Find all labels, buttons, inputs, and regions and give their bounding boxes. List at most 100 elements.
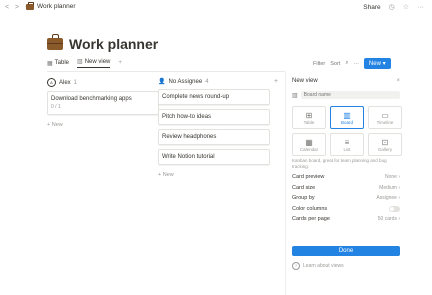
tab-label: Table [54, 60, 70, 66]
close-icon[interactable]: × [396, 78, 400, 84]
new-label: New [368, 61, 381, 67]
setting-card-preview[interactable]: Card preview None › [292, 172, 400, 183]
table-icon: ▦ [47, 60, 53, 67]
layout-option-gallery[interactable]: ⊡ Gallery [368, 133, 402, 156]
column-header[interactable]: 👤 No Assignee 4 [158, 78, 268, 86]
setting-label: Card preview [292, 174, 325, 181]
more-options-button[interactable]: ··· [353, 61, 359, 67]
list-icon: ≡ [344, 137, 350, 147]
layout-label: Board [340, 119, 353, 125]
layout-label: Gallery [377, 146, 393, 152]
board-icon: ▥ [343, 110, 351, 120]
column-title: Alex [59, 79, 71, 86]
layout-label: Calendar [299, 146, 319, 152]
setting-value: 50 cards › [377, 216, 400, 223]
layout-option-table[interactable]: ⊞ Table [292, 106, 326, 129]
board-icon[interactable]: ▥ [292, 92, 298, 99]
column-count: 4 [205, 78, 209, 85]
layout-label: List [343, 146, 351, 152]
new-view-panel: New view × ▥ ⊞ Table ▥ Board ▭ Timeline … [285, 72, 406, 295]
help-icon: ? [292, 262, 300, 270]
setting-label: Cards per page [292, 216, 330, 223]
add-card-button[interactable]: + New [47, 122, 157, 128]
card-title: Download benchmarking apps [51, 96, 132, 102]
card-subtasks: 0 / 1 [51, 104, 61, 110]
card-title: Write Notion tutorial [162, 154, 215, 160]
tab-table[interactable]: ▦ Table [47, 60, 69, 67]
calendar-icon: ▦ [305, 137, 313, 147]
add-card-button[interactable]: + New [158, 172, 268, 178]
setting-cards-per-page[interactable]: Cards per page 50 cards › [292, 214, 400, 225]
briefcase-icon[interactable] [47, 34, 63, 50]
setting-value: Assignee › [376, 195, 400, 202]
column-title: No Assignee [168, 78, 203, 85]
page-header: Work planner [47, 34, 158, 52]
more-icon[interactable]: ··· [417, 4, 424, 11]
sort-button[interactable]: Sort [330, 61, 340, 67]
setting-label: Card size [292, 184, 316, 191]
setting-color-columns: Color columns [292, 204, 400, 215]
table-icon: ⊞ [305, 110, 313, 120]
board-icon: ▥ [77, 59, 83, 65]
settings-list: Card preview None › Card size Medium › G… [292, 172, 400, 225]
top-bar: < > + Work planner Share ◷ ☆ ··· [0, 0, 432, 16]
layout-label: Timeline [376, 119, 394, 125]
board-card[interactable]: Download benchmarking apps 0 / 1 [47, 91, 159, 115]
gallery-icon: ⊡ [381, 137, 389, 147]
board-card[interactable]: Pitch how-to ideas [158, 109, 270, 125]
setting-label: Group by [292, 195, 315, 202]
panel-title: New view [292, 78, 318, 84]
search-icon[interactable]: ⌕ [345, 60, 348, 67]
learn-label: Learn about views [303, 263, 344, 269]
setting-label: Color columns [292, 205, 328, 212]
card-title: Review headphones [162, 134, 217, 140]
layout-option-timeline[interactable]: ▭ Timeline [368, 106, 402, 129]
board-card[interactable]: Complete news round-up [158, 89, 270, 105]
tab-label: New view [84, 58, 111, 65]
top-right-actions: Share ◷ ☆ ··· [363, 3, 424, 12]
board-column-no-assignee: 👤 No Assignee 4 Complete news round-up P… [158, 78, 270, 178]
layout-label: Table [303, 119, 315, 125]
layout-option-calendar[interactable]: ▦ Calendar [292, 133, 326, 156]
tab-new-view[interactable]: ▥ New view [77, 58, 111, 68]
view-tabs: ▦ Table ▥ New view + [47, 58, 122, 68]
layout-option-board[interactable]: ▥ Board [330, 106, 364, 129]
column-header[interactable]: A Alex 1 [47, 78, 157, 87]
card-title: Pitch how-to ideas [162, 114, 212, 120]
divider [47, 71, 285, 72]
share-button[interactable]: Share [363, 4, 380, 11]
view-name-input[interactable] [300, 91, 400, 99]
page-title[interactable]: Work planner [69, 36, 158, 52]
setting-value: Medium › [379, 184, 400, 191]
panel-header: New view × [292, 78, 400, 84]
view-name-field: ▥ [292, 90, 400, 100]
board-card[interactable]: Review headphones [158, 129, 270, 145]
layout-option-list[interactable]: ≡ List [330, 133, 364, 156]
setting-group-by[interactable]: Group by Assignee › [292, 193, 400, 204]
done-button[interactable]: Done [292, 246, 400, 256]
star-icon[interactable]: ☆ [403, 3, 409, 11]
board-card[interactable]: Write Notion tutorial [158, 149, 270, 165]
filter-button[interactable]: Filter [313, 61, 325, 67]
avatar: A [47, 78, 56, 87]
setting-card-size[interactable]: Card size Medium › [292, 183, 400, 194]
setting-value: None › [384, 174, 400, 181]
breadcrumb[interactable]: Work planner [26, 1, 76, 10]
timeline-icon: ▭ [381, 110, 389, 120]
person-icon: 👤 [158, 79, 166, 85]
layout-description: Kanban board, great for team planning an… [292, 158, 387, 169]
color-columns-toggle[interactable] [389, 205, 400, 212]
clock-icon[interactable]: ◷ [389, 3, 395, 11]
database-toolbar: Filter Sort ⌕ ··· New ▾ [313, 58, 391, 69]
column-count: 1 [73, 79, 78, 86]
add-group-button[interactable]: + [274, 78, 278, 85]
layout-grid: ⊞ Table ▥ Board ▭ Timeline ▦ Calendar ≡ … [292, 106, 402, 156]
new-button[interactable]: New ▾ [363, 58, 391, 69]
briefcase-icon [26, 1, 34, 10]
board-column-alex: A Alex 1 Download benchmarking apps 0 / … [47, 78, 159, 128]
breadcrumb-label: Work planner [37, 3, 76, 10]
chevron-down-icon: ▾ [382, 61, 386, 67]
add-view-button[interactable]: + [118, 60, 122, 66]
learn-about-views-link[interactable]: ? Learn about views [292, 262, 344, 270]
card-title: Complete news round-up [162, 94, 230, 100]
